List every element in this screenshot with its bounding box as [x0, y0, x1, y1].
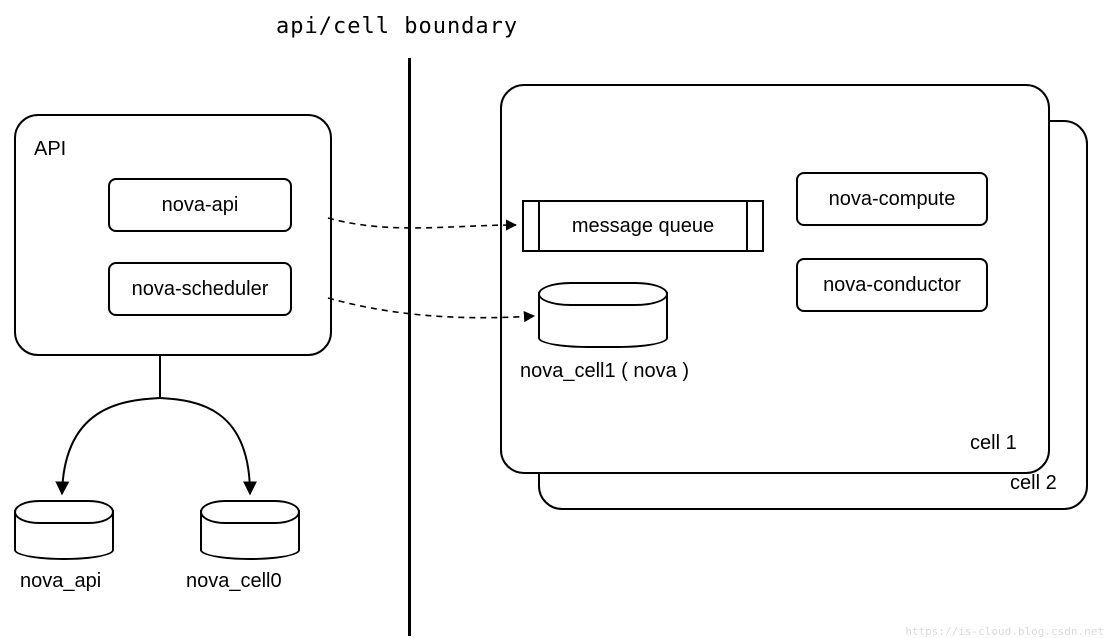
nova-conductor-node: nova-conductor [796, 258, 988, 312]
nova-scheduler-node: nova-scheduler [108, 262, 292, 316]
cell2-label: cell 2 [1010, 472, 1057, 495]
api-fork-right [160, 398, 250, 494]
boundary-line [408, 58, 411, 636]
diagram-title: api/cell boundary [276, 14, 518, 39]
nova-cell0-db-label: nova_cell0 [186, 570, 282, 593]
nova-api-db-label: nova_api [20, 570, 101, 593]
message-queue-label: message queue [572, 215, 714, 238]
nova-api-db [14, 500, 114, 560]
nova-compute-label: nova-compute [829, 188, 956, 211]
api-heading: API [34, 138, 66, 161]
arrow-api-to-mq [328, 218, 516, 228]
nova-cell0-db [200, 500, 300, 560]
nova-api-node: nova-api [108, 178, 292, 232]
message-queue-node: message queue [522, 200, 764, 252]
nova-conductor-label: nova-conductor [823, 274, 961, 297]
api-fork-left [62, 398, 160, 494]
diagram-canvas: api/cell boundary API nova-api nova-sche… [0, 0, 1108, 638]
watermark: https://is-cloud.blog.csdn.net [905, 625, 1104, 638]
nova-compute-node: nova-compute [796, 172, 988, 226]
nova-scheduler-label: nova-scheduler [132, 278, 269, 301]
nova-cell1-db-label: nova_cell1 ( nova ) [520, 360, 689, 383]
cell1-label: cell 1 [970, 432, 1017, 455]
nova-api-label: nova-api [162, 194, 239, 217]
nova-cell1-db [538, 282, 668, 348]
